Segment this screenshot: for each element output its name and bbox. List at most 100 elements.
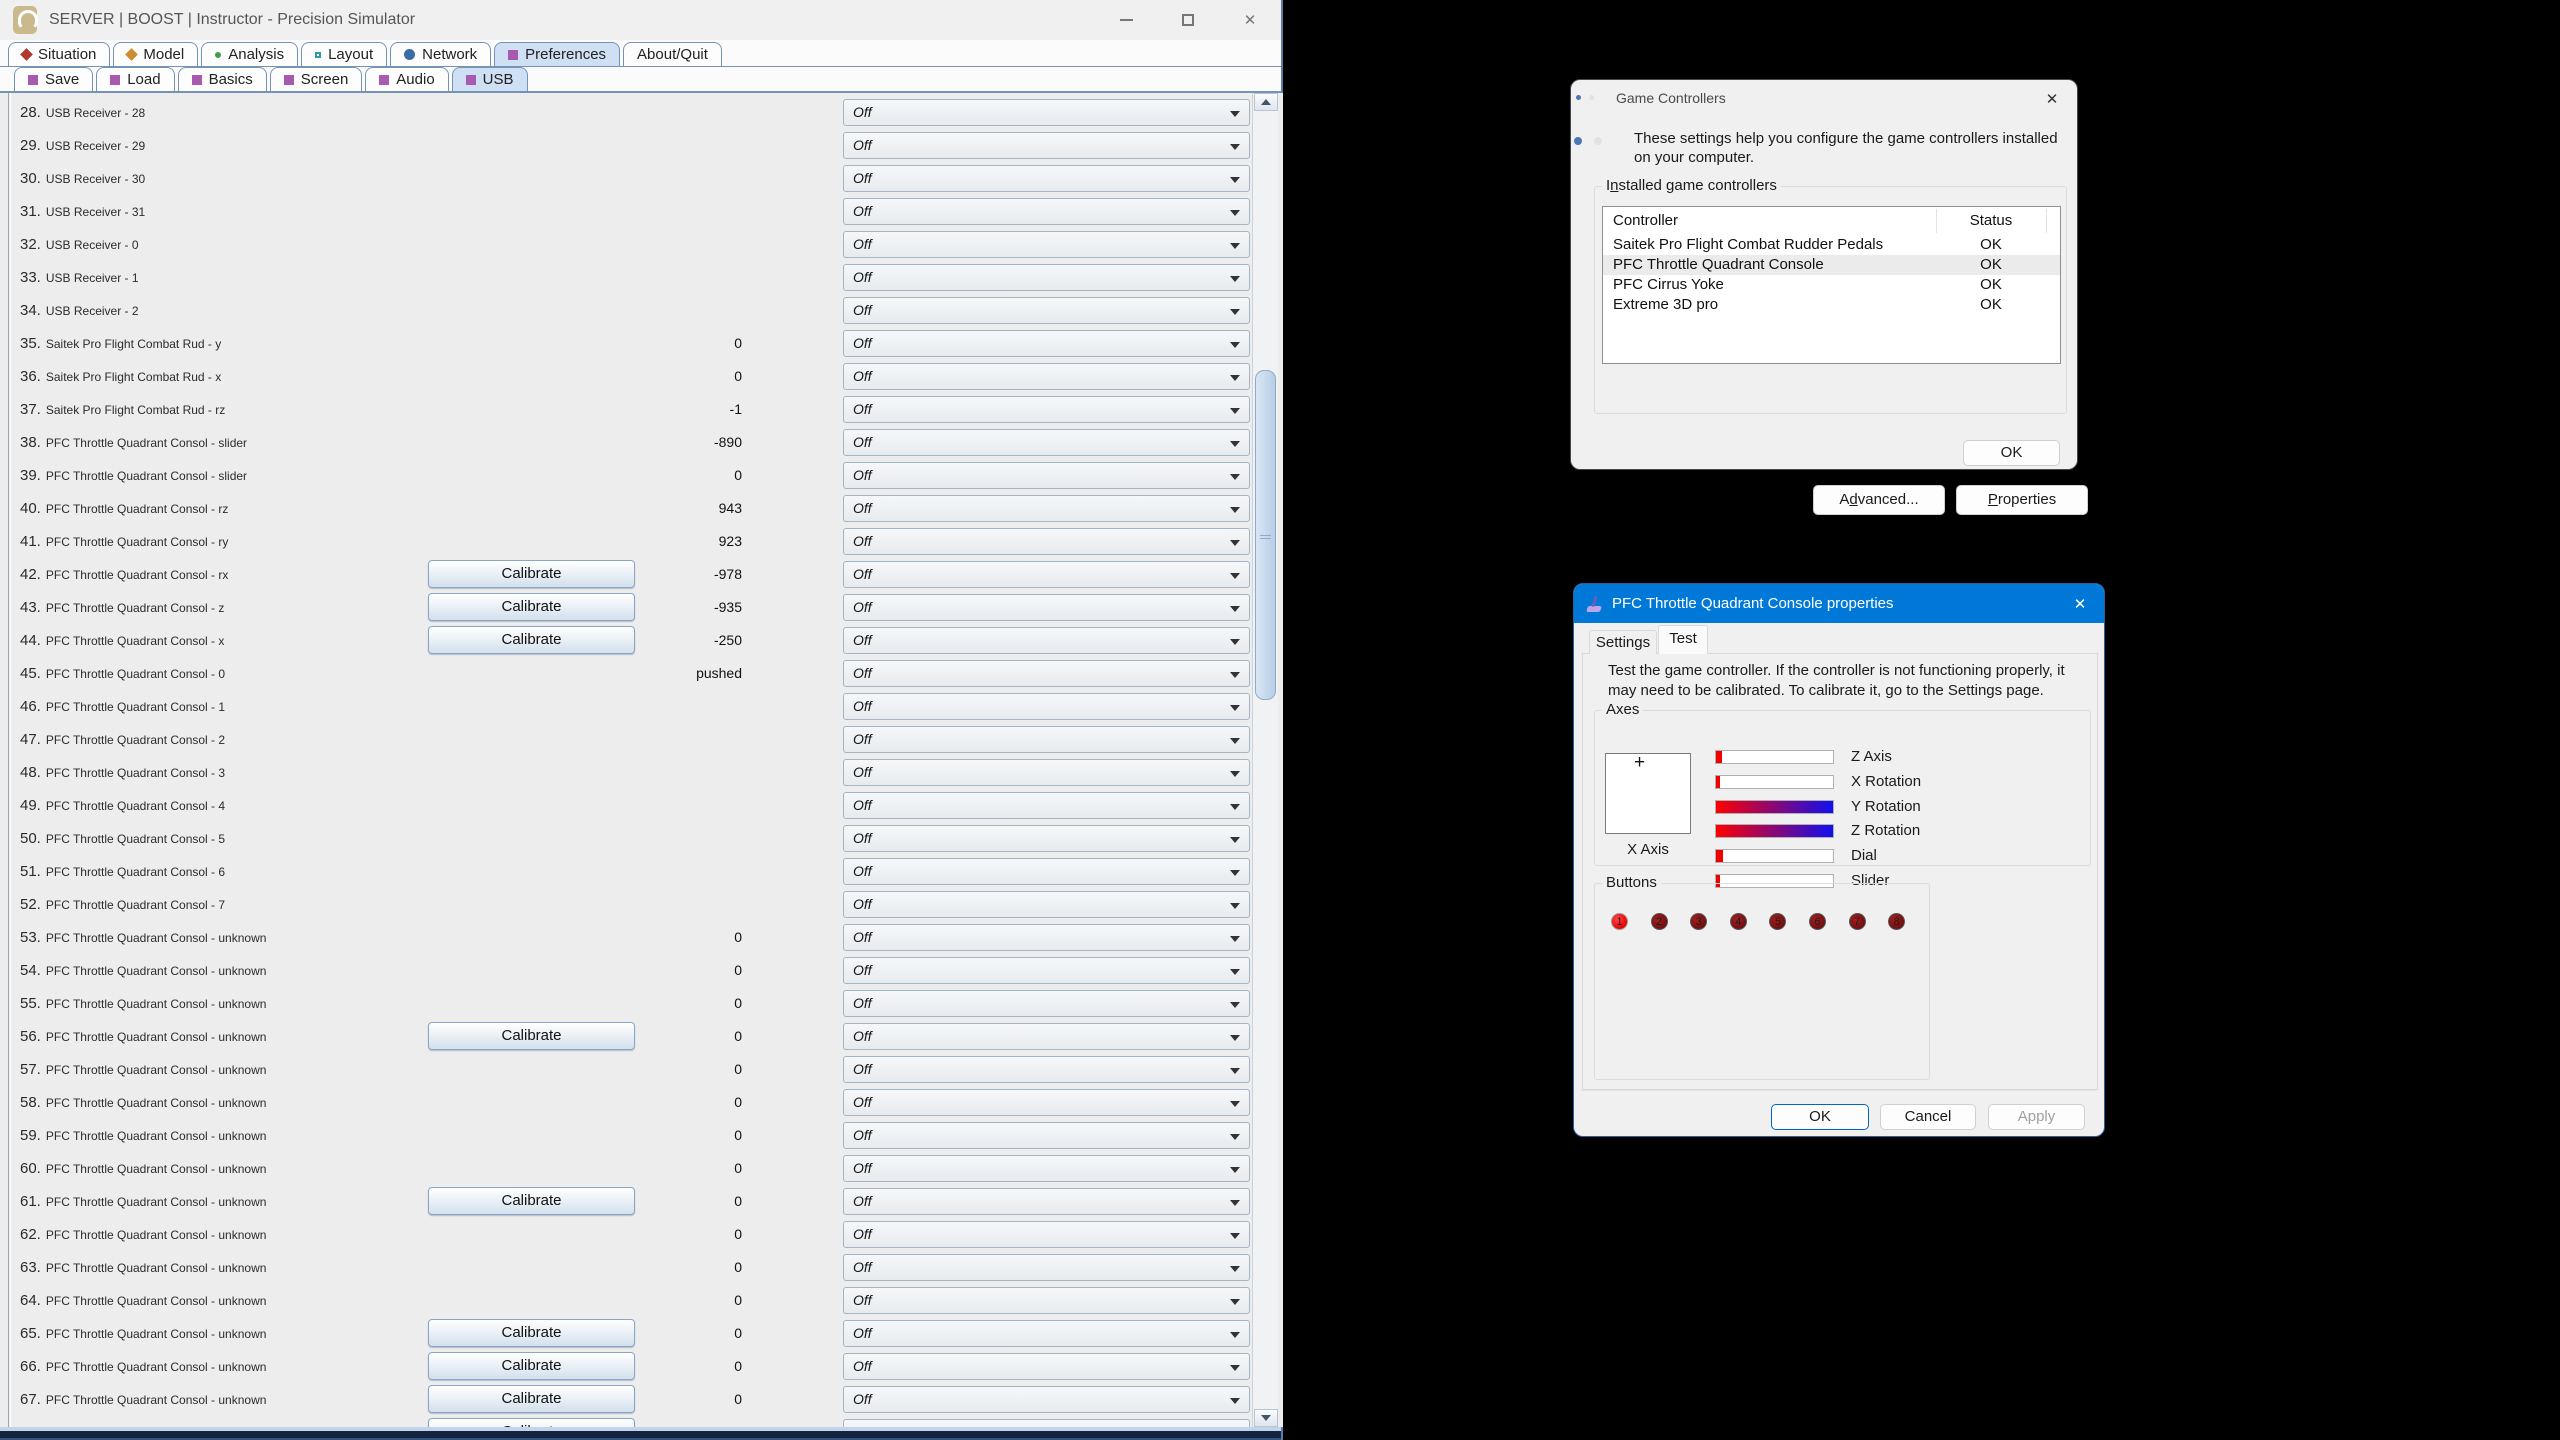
- props-close-icon[interactable]: ✕: [2069, 593, 2091, 615]
- gc-ok-button[interactable]: OK: [1963, 440, 2060, 466]
- usb-row-number: 35.: [20, 335, 41, 352]
- close-button[interactable]: ✕: [1219, 0, 1281, 40]
- chevron-down-icon: [1230, 375, 1240, 381]
- controller-row[interactable]: Extreme 3D pro OK: [1603, 295, 2060, 315]
- scrollbar-thumb[interactable]: [1255, 370, 1276, 700]
- axis-bar: [1715, 849, 1834, 864]
- dropdown-value: Off: [853, 1226, 872, 1242]
- assignment-dropdown[interactable]: Off: [843, 1056, 1250, 1083]
- assignment-dropdown[interactable]: Off: [843, 132, 1250, 159]
- assignment-dropdown[interactable]: Off: [843, 495, 1250, 522]
- assignment-dropdown[interactable]: Off: [843, 1089, 1250, 1116]
- square-icon: [191, 74, 202, 85]
- controller-row[interactable]: PFC Cirrus Yoke OK: [1603, 275, 2060, 295]
- usb-row-number: 37.: [20, 401, 41, 418]
- subtab-screen[interactable]: Screen: [269, 67, 363, 91]
- subtab-load[interactable]: Load: [96, 67, 175, 91]
- tab-about-quit[interactable]: About/Quit: [623, 42, 722, 66]
- scroll-down-button[interactable]: [1254, 1409, 1278, 1427]
- assignment-dropdown[interactable]: Off: [843, 297, 1250, 324]
- advanced-button[interactable]: Advanced...: [1813, 485, 1945, 515]
- assignment-dropdown[interactable]: Off: [843, 825, 1250, 852]
- usb-row-label: 48. PFC Throttle Quadrant Consol - 3: [20, 756, 225, 789]
- assignment-dropdown[interactable]: Off: [843, 1320, 1250, 1347]
- assignment-dropdown[interactable]: Off: [843, 363, 1250, 390]
- assignment-dropdown[interactable]: Off: [843, 561, 1250, 588]
- vertical-scrollbar[interactable]: [1252, 93, 1278, 1427]
- assignment-dropdown[interactable]: Off: [843, 198, 1250, 225]
- assignment-dropdown[interactable]: Off: [843, 660, 1250, 687]
- assignment-dropdown[interactable]: Off: [843, 1122, 1250, 1149]
- subtab-save[interactable]: Save: [14, 67, 94, 91]
- assignment-dropdown[interactable]: Off: [843, 99, 1250, 126]
- tab-layout[interactable]: Layout: [301, 42, 388, 66]
- axis-bar-fill: [1716, 825, 1833, 838]
- controller-row[interactable]: Saitek Pro Flight Combat Rudder Pedals OK: [1603, 235, 2060, 255]
- assignment-dropdown[interactable]: Off: [843, 1287, 1250, 1314]
- tab-preferences[interactable]: Preferences: [494, 42, 621, 66]
- scroll-up-button[interactable]: [1254, 93, 1278, 111]
- assignment-dropdown[interactable]: Off: [843, 1386, 1250, 1413]
- assignment-dropdown[interactable]: Off: [843, 693, 1250, 720]
- subtab-audio[interactable]: Audio: [365, 67, 449, 91]
- tab-situation[interactable]: Situation: [8, 42, 111, 66]
- xy-axis-box: +: [1605, 752, 1691, 834]
- assignment-dropdown[interactable]: Off: [843, 759, 1250, 786]
- assignment-dropdown[interactable]: Off: [843, 1353, 1250, 1380]
- assignment-dropdown[interactable]: Off: [843, 1419, 1250, 1427]
- tab-settings[interactable]: Settings: [1589, 630, 1657, 654]
- assignment-dropdown[interactable]: Off: [843, 165, 1250, 192]
- controller-row[interactable]: PFC Throttle Quadrant Console OK: [1603, 255, 2060, 275]
- usb-row-number: 30.: [20, 170, 41, 187]
- tab-analysis[interactable]: Analysis: [201, 42, 299, 66]
- assignment-dropdown[interactable]: Off: [843, 957, 1250, 984]
- props-cancel-button[interactable]: Cancel: [1880, 1104, 1976, 1130]
- footer-separator: [1582, 1090, 2096, 1091]
- chevron-down-icon: [1230, 903, 1240, 909]
- assignment-dropdown[interactable]: Off: [843, 264, 1250, 291]
- assignment-dropdown[interactable]: Off: [843, 462, 1250, 489]
- usb-row-number: 50.: [20, 830, 41, 847]
- minimize-button[interactable]: [1095, 0, 1157, 40]
- controller-button-indicator: 4: [1729, 913, 1747, 930]
- tab-test[interactable]: Test: [1658, 625, 1708, 654]
- assignment-dropdown[interactable]: Off: [843, 1221, 1250, 1248]
- assignment-dropdown[interactable]: Off: [843, 231, 1250, 258]
- usb-row-device-name: PFC Throttle Quadrant Consol - 7: [45, 898, 226, 912]
- assignment-dropdown[interactable]: Off: [843, 627, 1250, 654]
- assignment-dropdown[interactable]: Off: [843, 429, 1250, 456]
- assignment-dropdown[interactable]: Off: [843, 726, 1250, 753]
- usb-row-number: 60.: [20, 1160, 41, 1177]
- usb-row-device-name: PFC Throttle Quadrant Consol - unknown: [45, 964, 267, 978]
- dropdown-value: Off: [853, 566, 872, 582]
- assignment-dropdown[interactable]: Off: [843, 1023, 1250, 1050]
- assignment-dropdown[interactable]: Off: [843, 528, 1250, 555]
- assignment-dropdown[interactable]: Off: [843, 990, 1250, 1017]
- axis-value: -1: [729, 401, 742, 417]
- maximize-button[interactable]: [1157, 0, 1219, 40]
- assignment-dropdown[interactable]: Off: [843, 594, 1250, 621]
- subtab-basics[interactable]: Basics: [177, 67, 267, 91]
- assignment-dropdown[interactable]: Off: [843, 1188, 1250, 1215]
- gc-close-icon[interactable]: ✕: [2041, 88, 2063, 110]
- assignment-dropdown[interactable]: Off: [843, 792, 1250, 819]
- tab-label: About/Quit: [637, 46, 708, 63]
- tab-network[interactable]: Network: [390, 42, 492, 66]
- props-ok-button[interactable]: OK: [1771, 1104, 1869, 1130]
- usb-row-device-name: PFC Throttle Quadrant Consol - unknown: [45, 1228, 267, 1242]
- assignment-dropdown[interactable]: Off: [843, 858, 1250, 885]
- usb-row: 31. USB Receiver - 31 Off: [0, 195, 1250, 228]
- assignment-dropdown[interactable]: Off: [843, 1254, 1250, 1281]
- subtab-usb[interactable]: USB: [451, 67, 528, 91]
- dropdown-value: Off: [853, 830, 872, 846]
- assignment-dropdown[interactable]: Off: [843, 396, 1250, 423]
- assignment-dropdown[interactable]: Off: [843, 330, 1250, 357]
- axis-value: 0: [734, 1358, 742, 1374]
- properties-button[interactable]: Properties: [1956, 485, 2088, 515]
- tab-model[interactable]: Model: [113, 42, 199, 66]
- assignment-dropdown[interactable]: Off: [843, 1155, 1250, 1182]
- assignment-dropdown[interactable]: Off: [843, 924, 1250, 951]
- usb-row: 68.PFC Throttle Quadrant Consol - unknow…: [0, 1416, 1250, 1427]
- assignment-dropdown[interactable]: Off: [843, 891, 1250, 918]
- usb-row: 32. USB Receiver - 0 Off: [0, 228, 1250, 261]
